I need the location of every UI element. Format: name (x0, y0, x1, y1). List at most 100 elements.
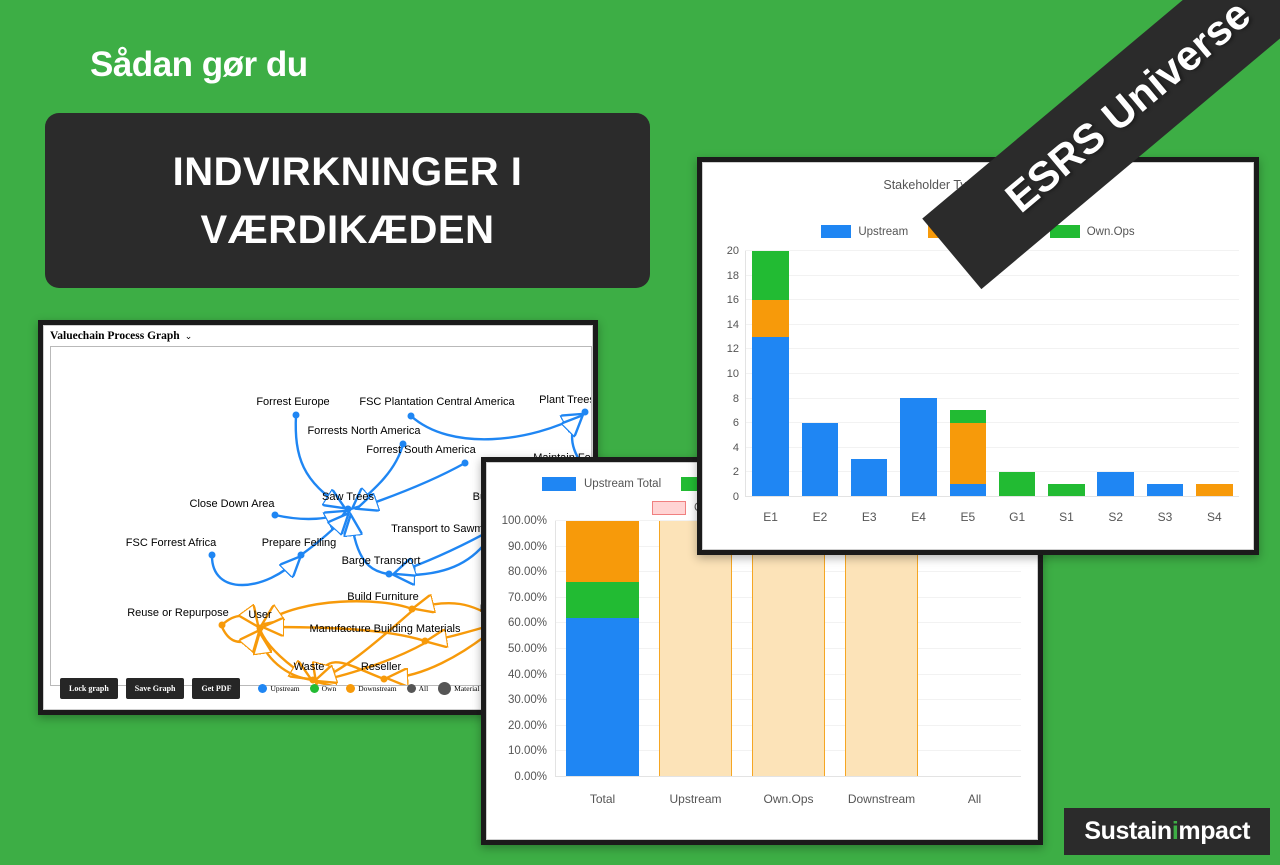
graph-node-dot[interactable] (408, 605, 416, 613)
graph-node-label[interactable]: Forrest South America (366, 444, 475, 456)
bar-chart-y-tick-label: 18 (726, 269, 739, 282)
legend-swatch-upstream-total[interactable] (542, 477, 576, 491)
graph-node-label[interactable]: Forrest Europe (256, 396, 329, 408)
bar-chart-segment[interactable] (949, 422, 987, 484)
graph-node-label[interactable]: Manufacture Building Materials (309, 623, 460, 635)
graph-node-dot[interactable] (407, 412, 415, 420)
percent-chart-segment[interactable] (845, 521, 918, 776)
graph-node-dot[interactable] (271, 511, 279, 519)
graph-legend-swatch (438, 682, 452, 695)
save-graph-button[interactable]: Save Graph (125, 678, 185, 699)
bar-chart-column[interactable]: E3 (851, 251, 888, 524)
graph-legend-item[interactable]: Upstream (258, 684, 300, 693)
bar-chart-x-tick-label: E3 (861, 510, 877, 524)
graph-node-dot[interactable] (385, 570, 393, 578)
slide-header: Sådan gør du (90, 45, 308, 85)
bar-chart-y-tick-label: 2 (732, 466, 739, 479)
percent-chart-column[interactable]: Downstream (845, 521, 918, 806)
graph-node-label[interactable]: Reuse or Repurpose (127, 607, 229, 619)
percent-chart-bars: Total Upstream Own.Ops Downstream All (555, 521, 1021, 806)
bar-chart-segment[interactable] (949, 483, 987, 496)
graph-legend-item[interactable]: Downstream (346, 684, 397, 693)
graph-node-label[interactable]: Transport to Sawmill (391, 523, 491, 535)
page-title-line2: VÆRDIKÆDEN (200, 207, 495, 252)
bar-chart-column[interactable]: G1 (998, 251, 1036, 524)
percent-chart-column[interactable]: Own.Ops (752, 521, 825, 806)
graph-legend-item[interactable]: All (406, 684, 429, 693)
graph-legend-item[interactable]: Own (309, 684, 336, 693)
percent-chart-segment[interactable] (566, 617, 639, 776)
percent-chart-column[interactable]: Total (566, 521, 639, 806)
bar-chart-segment[interactable] (752, 251, 789, 300)
percent-chart-x-tick-label: Total (589, 792, 616, 806)
chevron-down-icon[interactable]: ⌄ (185, 331, 193, 341)
bar-chart-column[interactable]: E2 (801, 251, 839, 524)
percent-chart-segment[interactable] (752, 521, 825, 776)
bar-chart-column[interactable]: E1 (752, 251, 789, 524)
bar-chart-segment[interactable] (998, 471, 1036, 496)
graph-node-label[interactable]: Forrests North America (307, 425, 420, 437)
sustainimpact-logo: Sustainimpact (1064, 808, 1270, 855)
graph-node-label[interactable]: FSC Forrest Africa (126, 537, 216, 549)
percent-chart-y-tick-label: 20.00% (507, 719, 547, 732)
slide-title-card: INDVIRKNINGER I VÆRDIKÆDEN (45, 113, 650, 288)
graph-node-label[interactable]: Reseller (361, 661, 401, 673)
graph-legend-label: Downstream (358, 684, 397, 693)
bar-chart-segment[interactable] (851, 459, 888, 496)
graph-node-label[interactable]: Barge Transport (342, 555, 421, 567)
legend-swatch-created[interactable] (652, 501, 686, 515)
graph-node-dot[interactable] (421, 637, 429, 645)
graph-node-dot[interactable] (581, 408, 589, 416)
bar-chart-segment[interactable] (1048, 483, 1085, 496)
graph-node-label[interactable]: Build Furniture (347, 591, 419, 603)
percent-chart-segment[interactable] (659, 521, 732, 776)
percent-chart-column[interactable]: Upstream (659, 521, 732, 806)
bar-chart-column[interactable]: S2 (1097, 251, 1134, 524)
bar-chart-column[interactable]: S3 (1146, 251, 1184, 524)
graph-node-dot[interactable] (461, 459, 469, 467)
graph-node-dot[interactable] (256, 624, 264, 632)
graph-node-dot[interactable] (218, 621, 226, 629)
bar-chart-y-tick-label: 14 (726, 318, 739, 331)
percent-chart-y-tick-label: 90.00% (507, 540, 547, 553)
percent-chart-segment[interactable] (566, 582, 639, 618)
bar-chart-segment[interactable] (900, 398, 937, 496)
get-pdf-button[interactable]: Get PDF (192, 678, 241, 699)
graph-node-label[interactable]: Plant Trees (539, 394, 591, 406)
bar-chart-segment[interactable] (1097, 471, 1134, 496)
bar-chart-segment[interactable] (1146, 483, 1184, 496)
graph-node-label[interactable]: Close Down Area (190, 498, 275, 510)
graph-node-label[interactable]: Waste (294, 661, 325, 673)
bar-chart-segment[interactable] (752, 336, 789, 496)
percent-chart-y-tick-label: 40.00% (507, 668, 547, 681)
graph-legend-label: All (418, 684, 429, 693)
graph-node-label[interactable]: User (248, 609, 271, 621)
bar-chart-x-tick-label: S1 (1059, 510, 1074, 524)
bar-chart-column[interactable]: S4 (1196, 251, 1233, 524)
graph-node-dot[interactable] (208, 551, 216, 559)
bar-chart-segment[interactable] (1196, 483, 1233, 496)
percent-chart-column[interactable]: All (938, 521, 1010, 806)
logo-text-before: Sustain (1084, 817, 1172, 845)
graph-legend-item[interactable]: Material (438, 682, 480, 695)
graph-node-label[interactable]: Saw Trees (322, 491, 374, 503)
lock-graph-button[interactable]: Lock graph (60, 678, 118, 699)
bar-chart-segment[interactable] (752, 300, 789, 337)
legend-label-upstream: Upstream (858, 225, 909, 238)
bar-chart-column[interactable]: E4 (900, 251, 937, 524)
graph-node-label[interactable]: FSC Plantation Central America (359, 396, 514, 408)
graph-legend-label: Upstream (270, 684, 300, 693)
bar-chart-segment[interactable] (801, 422, 839, 496)
graph-node-dot[interactable] (344, 505, 352, 513)
bar-chart-segment[interactable] (949, 410, 987, 423)
legend-entry-own-ops[interactable]: Own.Ops (1049, 225, 1135, 238)
graph-node-dot[interactable] (292, 411, 300, 419)
bar-chart-y-tick-label: 16 (726, 294, 739, 307)
bar-chart-y-tick-label: 20 (726, 245, 739, 257)
bar-chart-column[interactable]: S1 (1048, 251, 1085, 524)
percent-chart-plot: 0.00% 10.00% 20.00% 30.00% 40.00% 50.00% 60.00… (502, 515, 1021, 806)
graph-node-dot[interactable] (297, 551, 305, 559)
legend-entry-upstream[interactable]: Upstream (821, 225, 908, 238)
percent-chart-segment[interactable] (566, 521, 639, 583)
graph-node-label[interactable]: Prepare Felling (262, 537, 337, 549)
